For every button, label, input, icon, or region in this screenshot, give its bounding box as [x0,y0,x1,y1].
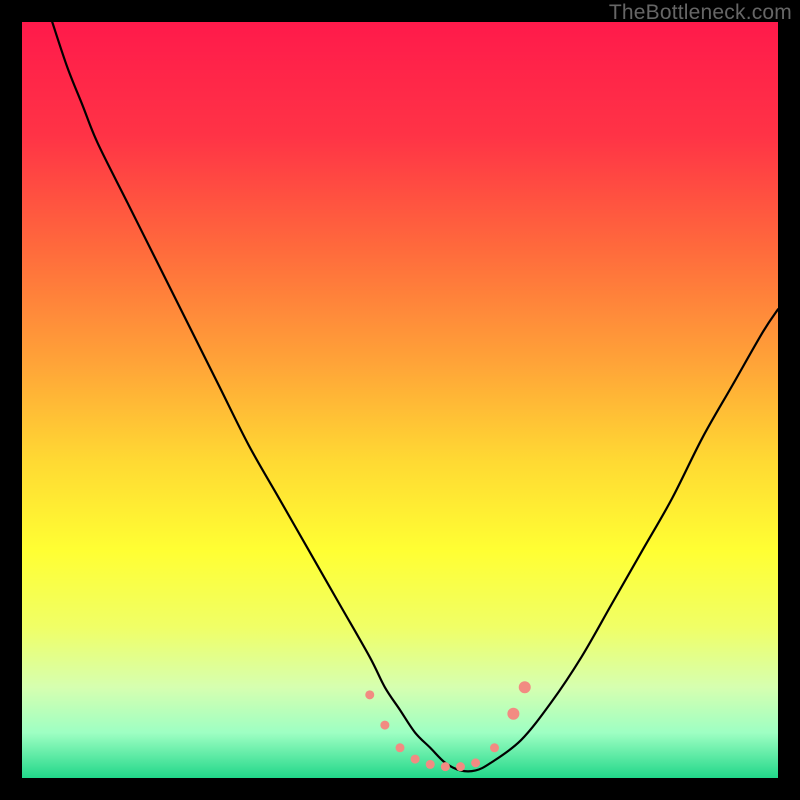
marker-dot [396,743,405,752]
marker-dot [365,690,374,699]
marker-dot [441,762,450,771]
marker-dot [426,760,435,769]
marker-dot [471,758,480,767]
chart-frame: TheBottleneck.com [0,0,800,800]
marker-dot [456,762,465,771]
watermark-text: TheBottleneck.com [609,1,792,25]
marker-dot [380,721,389,730]
marker-dot [507,708,519,720]
marker-dot [411,755,420,764]
plot-area [22,22,778,778]
marker-dot [490,743,499,752]
chart-svg [22,22,778,778]
marker-dot [519,681,531,693]
gradient-background [22,22,778,778]
